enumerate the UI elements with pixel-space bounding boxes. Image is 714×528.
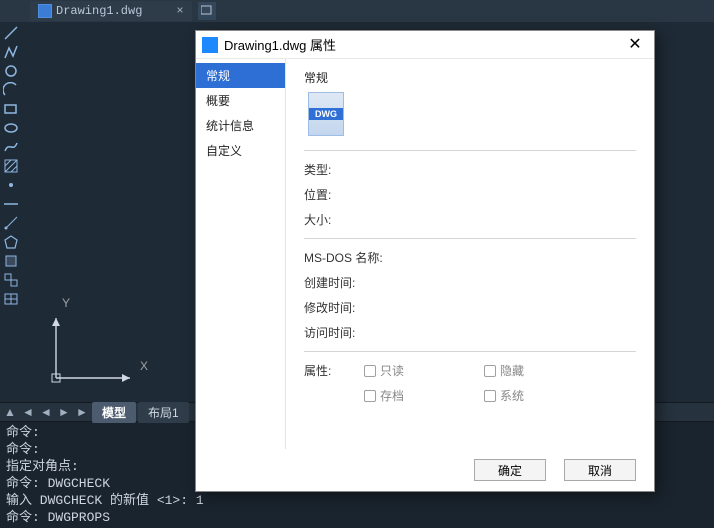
layout-back-icon[interactable]: ◄	[38, 404, 54, 420]
size-field: 大小:	[304, 207, 636, 232]
readonly-label: 只读	[380, 362, 404, 379]
archive-label: 存档	[380, 387, 404, 404]
accessed-field: 访问时间:	[304, 320, 636, 345]
construction-line-icon[interactable]	[1, 195, 21, 213]
axis-x-label: X	[140, 359, 148, 373]
layout-first-icon[interactable]: ◄	[20, 404, 36, 420]
nav-general[interactable]: 常规	[196, 63, 285, 88]
layout-fwd-icon[interactable]: ►	[56, 404, 72, 420]
ucs-axis-icon: X Y	[38, 296, 158, 396]
document-tab[interactable]: Drawing1.dwg ×	[30, 1, 192, 21]
attributes-label: 属性:	[304, 362, 364, 379]
pane-heading: 常规	[304, 69, 636, 86]
cmd-line: 输入 DWGCHECK 的新值 <1>: 1	[6, 492, 708, 509]
table-tool-icon[interactable]	[1, 290, 21, 308]
cancel-button[interactable]: 取消	[564, 459, 636, 481]
created-field: 创建时间:	[304, 270, 636, 295]
system-label: 系统	[500, 387, 524, 404]
tab-close-icon[interactable]: ×	[176, 4, 183, 18]
nav-statistics[interactable]: 统计信息	[196, 113, 285, 138]
rectangle-tool-icon[interactable]	[1, 100, 21, 118]
new-tab-button[interactable]	[198, 2, 216, 20]
point-tool-icon[interactable]	[1, 176, 21, 194]
layout-last-icon[interactable]: ►	[74, 404, 90, 420]
layout1-tab[interactable]: 布局1	[138, 402, 189, 423]
insert-block-icon[interactable]	[1, 271, 21, 289]
dwg-file-icon	[38, 4, 52, 18]
dialog-title: Drawing1.dwg 属性	[224, 35, 620, 54]
arc-tool-icon[interactable]	[1, 81, 21, 99]
hidden-checkbox[interactable]	[484, 365, 496, 377]
model-tab[interactable]: 模型	[92, 402, 136, 423]
type-field: 类型:	[304, 157, 636, 182]
tab-label: Drawing1.dwg	[56, 4, 142, 18]
app-icon	[202, 37, 218, 53]
dialog-titlebar[interactable]: Drawing1.dwg 属性 ✕	[196, 31, 654, 59]
circle-tool-icon[interactable]	[1, 62, 21, 80]
polygon-tool-icon[interactable]	[1, 233, 21, 251]
archive-checkbox[interactable]	[364, 390, 376, 402]
dialog-nav: 常规 概要 统计信息 自定义	[196, 59, 286, 449]
location-field: 位置:	[304, 182, 636, 207]
cmd-line: 命令: DWGPROPS	[6, 509, 708, 526]
msdos-field: MS-DOS 名称:	[304, 245, 636, 270]
dwg-large-icon: DWG	[308, 92, 344, 136]
system-checkbox[interactable]	[484, 390, 496, 402]
hidden-label: 隐藏	[500, 362, 524, 379]
axis-y-label: Y	[62, 296, 70, 310]
nav-custom[interactable]: 自定义	[196, 138, 285, 163]
draw-toolbar	[0, 22, 22, 402]
spline-tool-icon[interactable]	[1, 138, 21, 156]
polyline-tool-icon[interactable]	[1, 43, 21, 61]
layout-prev-icon[interactable]: ▲	[2, 404, 18, 420]
close-icon[interactable]: ✕	[620, 34, 650, 56]
ellipse-tool-icon[interactable]	[1, 119, 21, 137]
dialog-pane-general: 常规 DWG 类型: 位置: 大小: MS-DOS 名称: 创建时间: 修改时间…	[286, 59, 654, 449]
region-tool-icon[interactable]	[1, 252, 21, 270]
line-tool-icon[interactable]	[1, 24, 21, 42]
hatch-tool-icon[interactable]	[1, 157, 21, 175]
modified-field: 修改时间:	[304, 295, 636, 320]
nav-summary[interactable]: 概要	[196, 88, 285, 113]
ok-button[interactable]: 确定	[474, 459, 546, 481]
ray-tool-icon[interactable]	[1, 214, 21, 232]
readonly-checkbox[interactable]	[364, 365, 376, 377]
properties-dialog: Drawing1.dwg 属性 ✕ 常规 概要 统计信息 自定义 常规 DWG …	[195, 30, 655, 492]
